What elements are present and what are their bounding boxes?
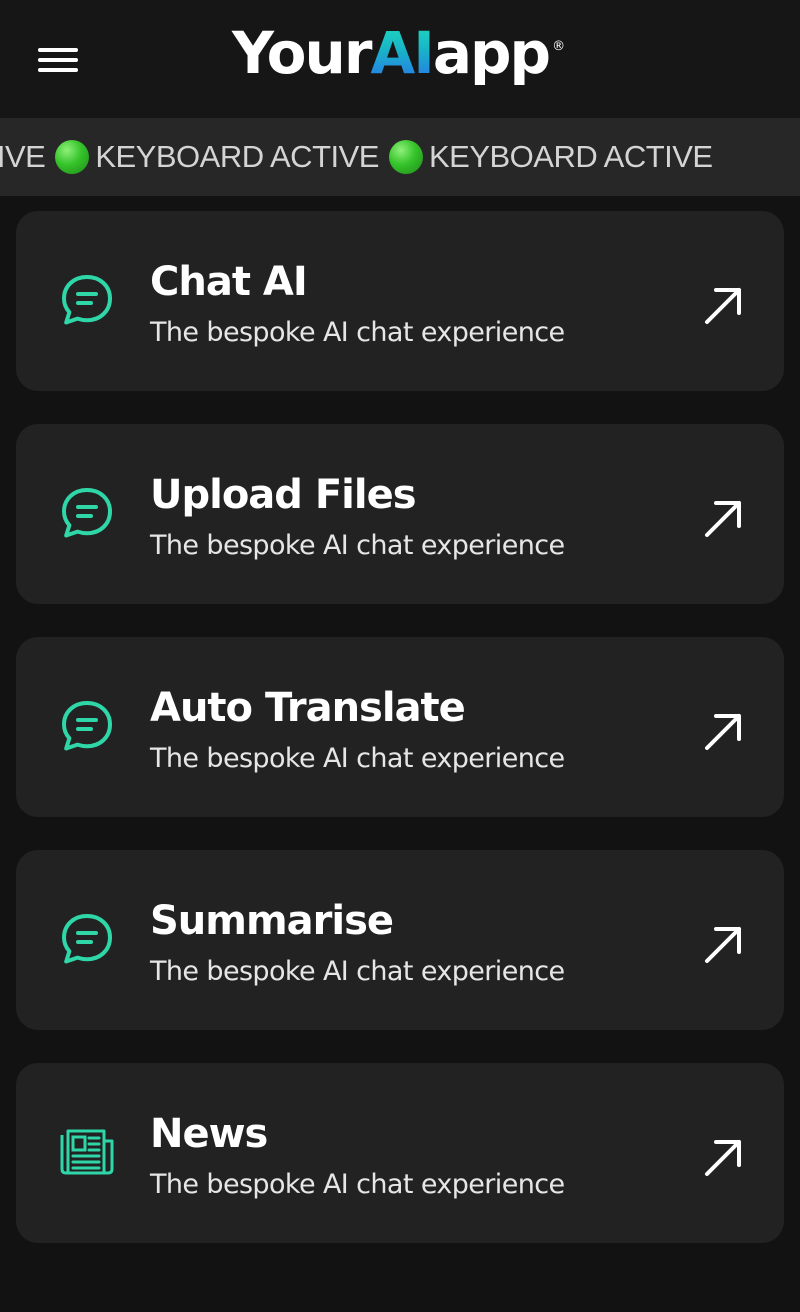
status-ticker: ARD ACTIVE KEYBOARD ACTIVE KEYBOARD ACTI… <box>0 118 800 196</box>
ticker-item: KEYBOARD ACTIVE <box>379 139 713 175</box>
feature-card-news[interactable]: News The bespoke AI chat experience <box>16 1063 784 1243</box>
ticker-text: KEYBOARD ACTIVE <box>95 139 379 174</box>
logo-text-your: Your <box>232 19 372 87</box>
feature-card-chat-ai[interactable]: Chat AI The bespoke AI chat experience <box>16 211 784 391</box>
chat-bubble-icon <box>62 488 112 538</box>
arrow-up-right-icon[interactable] <box>702 924 744 966</box>
card-title: Auto Translate <box>150 685 466 731</box>
app-logo: Your AI app ® <box>232 18 565 88</box>
card-title: Upload Files <box>150 472 417 518</box>
logo-text-app: app <box>432 19 551 87</box>
ticker-track: ARD ACTIVE KEYBOARD ACTIVE KEYBOARD ACTI… <box>0 118 713 196</box>
arrow-up-right-icon[interactable] <box>702 285 744 327</box>
ticker-text: KEYBOARD ACTIVE <box>428 139 713 174</box>
logo-text-ai: AI <box>370 19 434 87</box>
feature-card-auto-translate[interactable]: Auto Translate The bespoke AI chat exper… <box>16 637 784 817</box>
arrow-up-right-icon[interactable] <box>702 711 744 753</box>
chat-bubble-icon <box>62 275 112 325</box>
feature-card-upload-files[interactable]: Upload Files The bespoke AI chat experie… <box>16 424 784 604</box>
newspaper-icon <box>60 1129 114 1175</box>
green-dot-icon <box>388 140 423 174</box>
feature-list: Chat AI The bespoke AI chat experience U… <box>16 211 784 1276</box>
card-subtitle: The bespoke AI chat experience <box>150 956 565 987</box>
chat-bubble-icon <box>62 914 112 964</box>
ticker-item: ARD ACTIVE <box>0 139 46 175</box>
card-subtitle: The bespoke AI chat experience <box>150 530 565 561</box>
arrow-up-right-icon[interactable] <box>702 1137 744 1179</box>
card-subtitle: The bespoke AI chat experience <box>150 1169 565 1200</box>
app-header: Your AI app ® <box>0 0 800 118</box>
feature-card-summarise[interactable]: Summarise The bespoke AI chat experience <box>16 850 784 1030</box>
chat-bubble-icon <box>62 701 112 751</box>
arrow-up-right-icon[interactable] <box>702 498 744 540</box>
card-subtitle: The bespoke AI chat experience <box>150 743 565 774</box>
card-title: News <box>150 1111 268 1157</box>
green-dot-icon <box>55 140 90 174</box>
card-subtitle: The bespoke AI chat experience <box>150 317 565 348</box>
ticker-text: ARD ACTIVE <box>0 139 46 174</box>
hamburger-menu-icon[interactable] <box>38 44 78 76</box>
ticker-item: KEYBOARD ACTIVE <box>45 139 379 175</box>
card-title: Summarise <box>150 898 394 944</box>
registered-mark: ® <box>552 39 566 54</box>
card-title: Chat AI <box>150 259 308 305</box>
